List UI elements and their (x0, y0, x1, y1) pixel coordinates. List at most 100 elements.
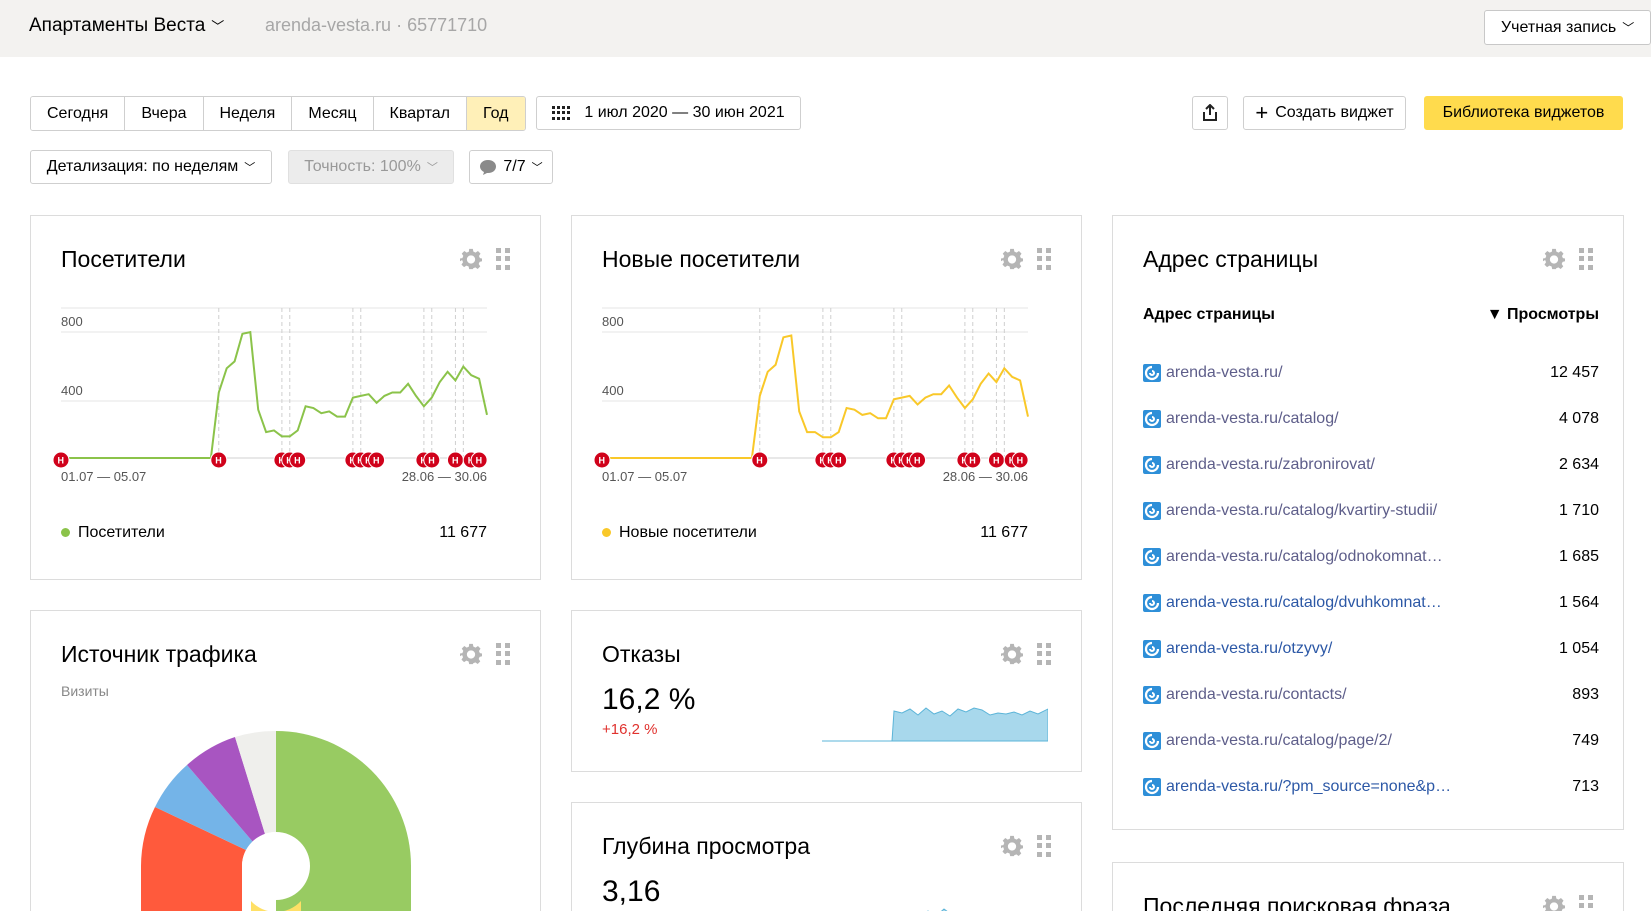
new-visitors-widget: Новые посетители 800400НННННННННННННН01.… (571, 215, 1082, 580)
notes-dropdown[interactable]: 7/7 ﹀ (469, 150, 553, 184)
legend-total: 11 677 (439, 524, 487, 541)
drag-handle-icon[interactable] (1579, 248, 1593, 270)
date-range-label: 1 июл 2020 — 30 июн 2021 (584, 104, 785, 121)
gear-icon[interactable] (1543, 895, 1565, 911)
svg-text:Н: Н (58, 456, 65, 466)
account-button[interactable]: Учетная запись ﹀ (1484, 10, 1651, 45)
svg-text:Н: Н (835, 456, 842, 466)
page-url-link[interactable]: arenda-vesta.ru/catalog/ (1143, 410, 1483, 428)
site-favicon-icon (1143, 456, 1161, 474)
table-row: arenda-vesta.ru/otzyvy/1 054 (1143, 626, 1599, 672)
site-favicon-icon (1143, 594, 1161, 612)
page-url-link[interactable]: arenda-vesta.ru/otzyvy/ (1143, 640, 1483, 658)
series-line (61, 330, 488, 459)
page-url-link[interactable]: arenda-vesta.ru/zabronirovat/ (1143, 456, 1483, 474)
page-url-link[interactable]: arenda-vesta.ru/catalog/odnokomnat… (1143, 548, 1483, 566)
period-button[interactable]: Год (467, 97, 525, 130)
column-header-views[interactable]: ▼ Просмотры (1487, 306, 1599, 350)
share-button[interactable] (1192, 96, 1228, 130)
period-button[interactable]: Месяц (292, 97, 374, 130)
note-marker-icon[interactable]: Н (470, 451, 488, 469)
widget-tools (1543, 248, 1593, 270)
site-favicon-icon (1143, 732, 1161, 750)
drag-handle-icon[interactable] (1037, 835, 1051, 857)
date-range-picker[interactable]: 1 июл 2020 — 30 июн 2021 (536, 96, 801, 130)
page-views-value: 1 710 (1558, 502, 1599, 519)
note-marker-icon[interactable]: Н (52, 451, 70, 469)
note-marker-icon[interactable]: Н (423, 451, 441, 469)
page-url-text: arenda-vesta.ru/ (1166, 364, 1283, 381)
page-url-link[interactable]: arenda-vesta.ru/ (1143, 364, 1483, 382)
gear-icon[interactable] (460, 248, 482, 270)
site-favicon-icon (1143, 640, 1161, 658)
page-url-text: arenda-vesta.ru/?pm_source=none&p… (1166, 778, 1452, 795)
legend-item[interactable]: Новые посетители (602, 524, 757, 542)
svg-text:Н: Н (294, 456, 301, 466)
drag-handle-icon[interactable] (1579, 895, 1593, 911)
svg-text:Н: Н (428, 456, 435, 466)
period-button[interactable]: Сегодня (31, 97, 126, 130)
chevron-down-icon: ﹀ (426, 162, 438, 174)
period-selector: Сегодня Вчера Неделя Месяц Квартал Год (30, 96, 526, 131)
period-button[interactable]: Квартал (373, 97, 468, 130)
y-tick-label: 400 (602, 383, 624, 398)
gear-icon[interactable] (1001, 835, 1023, 857)
period-button[interactable]: Вчера (125, 97, 204, 130)
note-marker-icon[interactable]: Н (830, 451, 848, 469)
column-header-page: Адрес страницы (1143, 306, 1275, 323)
legend-item[interactable]: Посетители (61, 524, 165, 542)
page-url-link[interactable]: arenda-vesta.ru/?pm_source=none&p… (1143, 778, 1483, 796)
legend-dot (61, 528, 70, 538)
widget-tools (1001, 643, 1051, 665)
note-marker-icon[interactable]: Н (987, 451, 1005, 469)
widget-library-button[interactable]: Библиотека виджетов (1424, 96, 1623, 130)
drag-handle-icon[interactable] (496, 643, 510, 665)
page-url-link[interactable]: arenda-vesta.ru/catalog/dvuhkomnat… (1143, 594, 1483, 612)
page-url-text: arenda-vesta.ru/catalog/odnokomnat… (1166, 548, 1443, 565)
drag-handle-icon[interactable] (1037, 643, 1051, 665)
page-url-link[interactable]: arenda-vesta.ru/contacts/ (1143, 686, 1483, 704)
chevron-down-icon: ﹀ (531, 162, 543, 174)
gear-icon[interactable] (460, 643, 482, 665)
drag-handle-icon[interactable] (496, 248, 510, 270)
legend-label: Новые посетители (619, 524, 757, 541)
gear-icon[interactable] (1001, 643, 1023, 665)
note-marker-icon[interactable]: Н (210, 451, 228, 469)
note-marker-icon[interactable]: Н (289, 451, 307, 469)
note-marker-icon[interactable]: Н (446, 451, 464, 469)
page-url-link[interactable]: arenda-vesta.ru/catalog/kvartiry-studii/ (1143, 502, 1483, 520)
note-marker-icon[interactable]: Н (593, 451, 611, 469)
create-widget-button[interactable]: + Создать виджет (1243, 96, 1406, 130)
gear-icon[interactable] (1001, 248, 1023, 270)
page-url-text: arenda-vesta.ru/otzyvy/ (1166, 640, 1333, 657)
drag-handle-icon[interactable] (1037, 248, 1051, 270)
table-row: arenda-vesta.ru/catalog/kvartiry-studii/… (1143, 488, 1599, 534)
widget-library-label: Библиотека виджетов (1442, 104, 1605, 121)
note-marker-icon[interactable]: Н (751, 451, 769, 469)
widget-title: Адрес страницы (1143, 246, 1319, 272)
series-line (602, 334, 1029, 459)
accuracy-dropdown[interactable]: Точность: 100% ﹀ (288, 150, 454, 184)
counter-selector[interactable]: Апартаменты Веста ﹀ (29, 15, 224, 37)
note-marker-icon[interactable]: Н (1011, 451, 1029, 469)
visitors-widget: Посетители 800400НННННННННННННН01.07 — 0… (30, 215, 541, 580)
page-views-value: 713 (1572, 778, 1599, 795)
y-tick-label: 800 (602, 314, 624, 329)
bounce-rate-value: 16,2 % (602, 683, 696, 716)
calendar-icon (552, 106, 571, 120)
gear-icon[interactable] (1543, 248, 1565, 270)
table-row: arenda-vesta.ru/contacts/893 (1143, 672, 1599, 718)
counter-meta: arenda-vesta.ru · 65771710 (265, 15, 488, 35)
note-marker-icon[interactable]: Н (909, 451, 927, 469)
note-marker-icon[interactable]: Н (964, 451, 982, 469)
page-address-widget: Адрес страницы Адрес страницы ▼ Просмотр… (1112, 215, 1624, 830)
account-label: Учетная запись (1501, 19, 1617, 36)
notes-label: 7/7 (503, 158, 526, 175)
page-url-link[interactable]: arenda-vesta.ru/catalog/page/2/ (1143, 732, 1483, 750)
widget-title: Посетители (61, 246, 186, 272)
x-tick-label-start: 01.07 — 05.07 (602, 469, 687, 484)
period-button[interactable]: Неделя (203, 97, 293, 130)
note-marker-icon[interactable]: Н (368, 451, 386, 469)
detail-dropdown[interactable]: Детализация: по неделям ﹀ (30, 150, 272, 184)
page-depth-value: 3,16 (602, 875, 661, 908)
